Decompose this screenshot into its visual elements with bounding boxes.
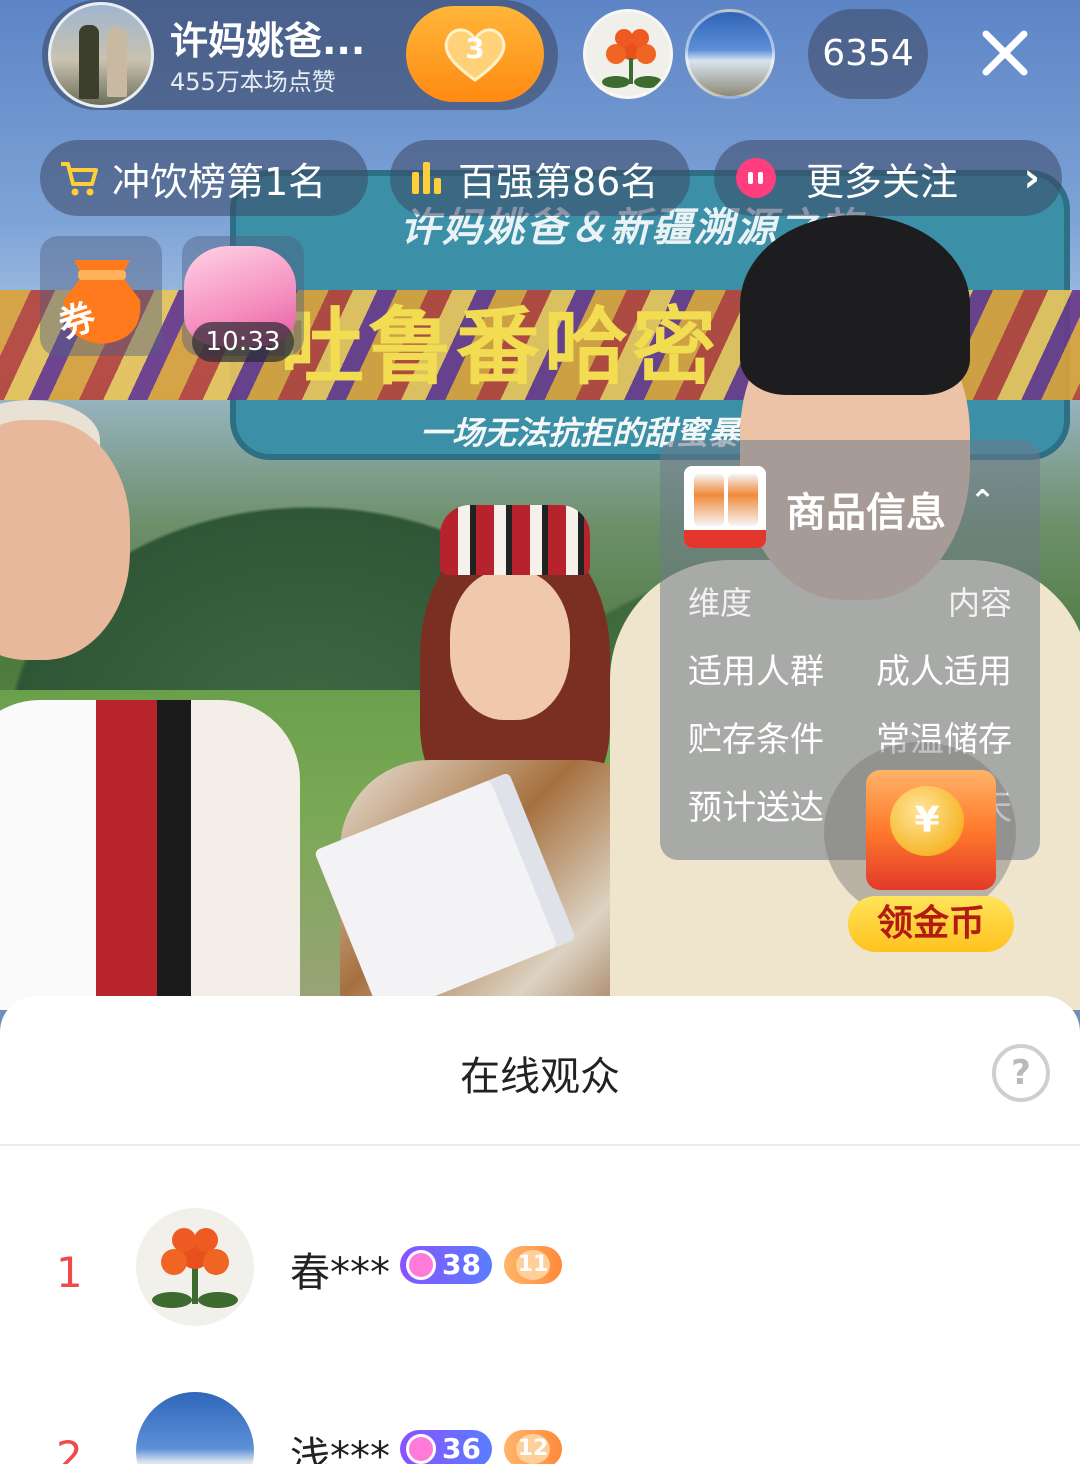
chevron-right-icon: › bbox=[1023, 155, 1040, 201]
user-level: 38 bbox=[442, 1248, 481, 1281]
avatar-figure bbox=[79, 25, 99, 99]
banner-title: 吐鲁番哈密 bbox=[280, 298, 721, 396]
header-content: 内容 bbox=[947, 584, 1012, 622]
flower-icon bbox=[152, 1228, 238, 1308]
online-audience-sheet: 在线观众 ? 1 春*** 38 11 2 浅*** 36 12 bbox=[0, 996, 1080, 1464]
fan-level-badge: 12 bbox=[504, 1430, 562, 1464]
bar-chart-icon bbox=[408, 158, 446, 198]
product-can bbox=[694, 474, 724, 526]
product-label-strip bbox=[684, 530, 766, 548]
fan-club-level: 3 bbox=[465, 32, 485, 65]
row-key: 适用人群 bbox=[688, 652, 824, 692]
anchor-avatar[interactable] bbox=[48, 2, 154, 108]
host-right-hair bbox=[740, 215, 970, 395]
row-value: 成人适用 bbox=[876, 652, 1012, 692]
more-follow-label: 更多关注 bbox=[806, 159, 959, 204]
viewer-count[interactable]: 6354 bbox=[808, 9, 928, 99]
viewer-name: 春*** bbox=[290, 1250, 390, 1296]
divider bbox=[0, 1144, 1080, 1146]
top-viewer-avatar[interactable] bbox=[583, 9, 673, 99]
host-middle-face bbox=[450, 570, 570, 720]
viewer-rank: 1 bbox=[56, 1248, 83, 1297]
drink-rank-chip[interactable]: 冲饮榜第1名 bbox=[40, 140, 368, 216]
chevron-up-icon[interactable]: ⌃ bbox=[970, 484, 995, 519]
level-gem-icon bbox=[406, 1434, 436, 1464]
sheet-title: 在线观众 bbox=[460, 1054, 620, 1100]
host-left-costume bbox=[0, 700, 300, 1010]
gold-coin-icon: ¥ bbox=[890, 786, 964, 856]
claim-coins-button[interactable]: 领金币 bbox=[848, 896, 1014, 952]
help-icon[interactable]: ? bbox=[992, 1044, 1050, 1102]
fan-level-badge: 11 bbox=[504, 1246, 562, 1284]
close-icon[interactable] bbox=[970, 18, 1040, 88]
user-level: 36 bbox=[442, 1432, 481, 1464]
top-viewer-avatar[interactable] bbox=[685, 9, 775, 99]
fan-level: 11 bbox=[516, 1250, 550, 1280]
drink-rank-label: 冲饮榜第1名 bbox=[112, 159, 327, 204]
anchor-name[interactable]: 许妈姚爸... bbox=[170, 10, 365, 65]
product-info-title[interactable]: 商品信息 bbox=[786, 480, 946, 538]
list-item[interactable]: 1 春*** 38 11 bbox=[0, 1208, 1080, 1338]
avatar[interactable] bbox=[136, 1392, 254, 1464]
header-dimension: 维度 bbox=[688, 584, 753, 622]
live-dot-icon bbox=[736, 158, 776, 198]
user-level-badge: 38 bbox=[400, 1246, 492, 1284]
avatar-figure bbox=[107, 27, 127, 97]
row-key: 预计送达 bbox=[688, 788, 824, 828]
top100-rank-label: 百强第86名 bbox=[458, 159, 659, 204]
gift-timer: 10:33 bbox=[192, 322, 294, 362]
user-level-badge: 36 bbox=[400, 1430, 492, 1464]
product-thumbnail[interactable] bbox=[684, 466, 766, 548]
cart-icon bbox=[58, 158, 100, 198]
level-gem-icon bbox=[406, 1250, 436, 1280]
fan-level: 12 bbox=[516, 1434, 550, 1464]
viewer-rank: 2 bbox=[56, 1432, 83, 1464]
list-item[interactable]: 2 浅*** 36 12 bbox=[0, 1392, 1080, 1464]
more-follow-chip[interactable]: 更多关注 › bbox=[714, 140, 1062, 216]
top100-rank-chip[interactable]: 百强第86名 bbox=[390, 140, 690, 216]
avatar[interactable] bbox=[136, 1208, 254, 1326]
host-middle-cap bbox=[440, 505, 590, 575]
likes-count: 455万本场点赞 bbox=[170, 68, 336, 96]
product-can bbox=[728, 474, 758, 526]
row-key: 贮存条件 bbox=[688, 720, 824, 760]
viewer-name: 浅*** bbox=[290, 1434, 390, 1464]
